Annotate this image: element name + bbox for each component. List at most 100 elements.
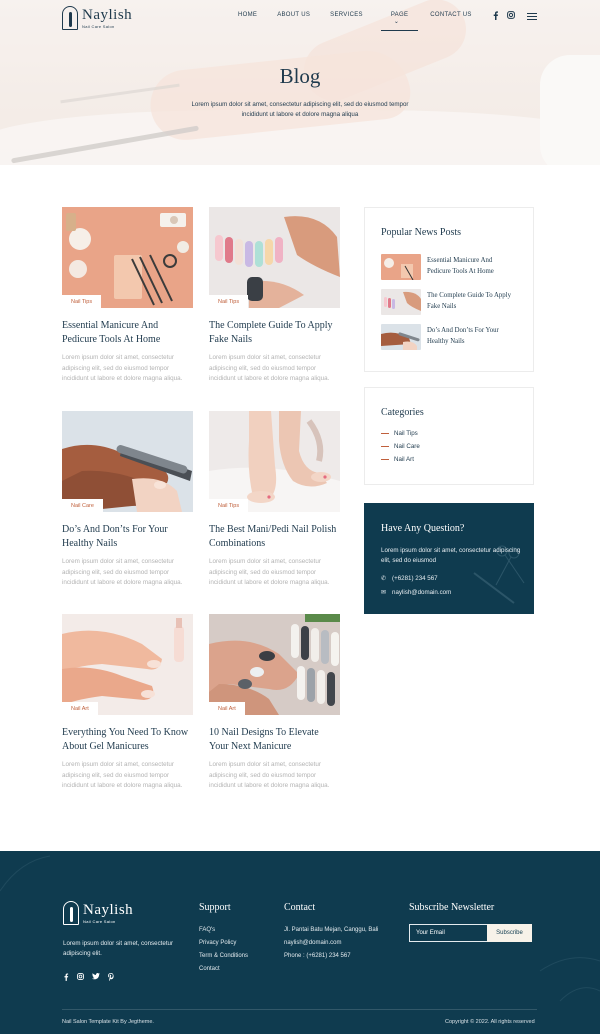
categories-widget: Categories Nail Tips Nail Care Nail Art	[364, 387, 534, 485]
header-social	[492, 11, 515, 20]
popular-post-item[interactable]: Essential Manicure And Pedicure Tools At…	[381, 254, 517, 280]
post-excerpt: Lorem ipsum dolor sit amet, consectetur …	[62, 761, 183, 789]
newsletter-form: Your Email Subscribe	[409, 924, 532, 942]
footer-link-terms[interactable]: Term & Conditions	[199, 953, 248, 959]
post-category-tag[interactable]: Nail Tips	[62, 295, 102, 308]
nav-page[interactable]: PAGE ⌄	[380, 12, 419, 31]
footer-link-privacy[interactable]: Privacy Policy	[199, 940, 248, 946]
popular-post-item[interactable]: The Complete Guide To Apply Fake Nails	[381, 289, 517, 315]
logo-icon	[62, 6, 78, 30]
post-image[interactable]: Nail Tips	[209, 411, 340, 512]
post-excerpt: Lorem ipsum dolor sit amet, consectetur …	[209, 761, 330, 789]
envelope-icon: ✉	[381, 590, 387, 596]
newsletter-email-input[interactable]: Your Email	[409, 924, 487, 942]
post-excerpt: Lorem ipsum dolor sit amet, consectetur …	[209, 354, 330, 382]
nav-home[interactable]: HOME	[238, 12, 257, 31]
popular-post-item[interactable]: Do’s And Don’ts For Your Healthy Nails	[381, 324, 517, 350]
subscribe-button[interactable]: Subscribe	[487, 924, 532, 942]
footer-brand-name: Naylish	[83, 902, 134, 918]
blog-card[interactable]: Nail Art 10 Nail Designs To Elevate Your…	[209, 614, 340, 792]
category-link-nail-art[interactable]: Nail Art	[381, 456, 517, 463]
category-label: Nail Art	[394, 456, 414, 463]
post-title[interactable]: The Complete Guide To Apply Fake Nails	[209, 319, 340, 347]
footer-support-title: Support	[199, 902, 231, 913]
post-title[interactable]: Everything You Need To Know About Gel Ma…	[62, 726, 193, 754]
post-image[interactable]: Nail Care	[62, 411, 193, 512]
site-footer: Naylish Nail Care Salon Lorem ipsum dolo…	[0, 851, 600, 1034]
instagram-icon[interactable]	[77, 973, 84, 980]
footer-contact-title: Contact	[284, 902, 316, 913]
footer-link-faq[interactable]: FAQ's	[199, 927, 248, 933]
blog-card[interactable]: Nail Art Everything You Need To Know Abo…	[62, 614, 193, 792]
popular-post-thumb[interactable]	[381, 289, 421, 315]
top-navigation: Naylish Nail Care Salon HOME ABOUT US SE…	[0, 0, 600, 36]
logo-icon	[63, 901, 79, 925]
chevron-down-icon: ⌄	[393, 19, 400, 25]
footer-contact-lines: Jl. Pantai Batu Mejan, Canggu, Bali nayl…	[284, 927, 378, 966]
nav-about[interactable]: ABOUT US	[277, 12, 310, 31]
post-category-tag[interactable]: Nail Care	[62, 499, 103, 512]
facebook-icon[interactable]	[63, 973, 69, 981]
blog-card[interactable]: Nail Tips The Complete Guide To Apply Fa…	[209, 207, 340, 385]
post-category-tag[interactable]: Nail Art	[62, 702, 98, 715]
popular-post-title[interactable]: The Complete Guide To Apply Fake Nails	[427, 290, 517, 312]
post-category-tag[interactable]: Nail Art	[209, 702, 245, 715]
post-image[interactable]: Nail Tips	[62, 207, 193, 308]
post-excerpt: Lorem ipsum dolor sit amet, consectetur …	[209, 558, 330, 586]
question-title: Have Any Question?	[381, 523, 465, 534]
twitter-icon[interactable]	[92, 973, 100, 980]
fake-nails-image	[209, 207, 340, 308]
nav-services[interactable]: SERVICES	[330, 12, 363, 31]
blog-card[interactable]: Nail Tips The Best Mani/Pedi Nail Polish…	[209, 411, 340, 589]
gel-manicure-image	[62, 614, 193, 715]
post-image[interactable]: Nail Art	[62, 614, 193, 715]
brand-tagline: Nail Care Salon	[82, 24, 115, 29]
question-phone[interactable]: ✆ (+6281) 234 567	[381, 575, 438, 582]
popular-posts-title: Popular News Posts	[381, 227, 462, 238]
footer-link-contact[interactable]: Contact	[199, 966, 248, 972]
instagram-icon[interactable]	[507, 11, 515, 19]
pinterest-icon[interactable]	[108, 973, 114, 981]
category-label: Nail Care	[394, 443, 420, 450]
post-image[interactable]: Nail Art	[209, 614, 340, 715]
post-title[interactable]: The Best Mani/Pedi Nail Polish Combinati…	[209, 523, 340, 551]
nav-contact[interactable]: CONTACT US	[430, 12, 471, 31]
pedicure-image	[209, 411, 340, 512]
post-category-tag[interactable]: Nail Tips	[209, 499, 249, 512]
post-title[interactable]: Do’s And Don’ts For Your Healthy Nails	[62, 523, 193, 551]
footer-address: Jl. Pantai Batu Mejan, Canggu, Bali	[284, 927, 379, 933]
brand-name: Naylish	[82, 7, 133, 23]
question-email-text: naylish@domain.com	[392, 589, 452, 596]
popular-posts-widget: Popular News Posts Essential Manicure An…	[364, 207, 534, 372]
post-image[interactable]: Nail Tips	[209, 207, 340, 308]
category-link-nail-care[interactable]: Nail Care	[381, 443, 517, 450]
footer-logo[interactable]: Naylish Nail Care Salon	[63, 901, 133, 925]
blog-card[interactable]: Nail Tips Essential Manicure And Pedicur…	[62, 207, 193, 385]
manicure-tools-image	[62, 207, 193, 308]
popular-post-title[interactable]: Do’s And Don’ts For Your Healthy Nails	[427, 325, 517, 347]
facebook-icon[interactable]	[492, 11, 499, 20]
footer-divider	[62, 1009, 537, 1010]
footer-email[interactable]: naylish@domain.com	[284, 940, 378, 946]
popular-post-thumb[interactable]	[381, 254, 421, 280]
footer-social	[63, 973, 114, 981]
categories-title: Categories	[381, 407, 424, 418]
footer-newsletter-title: Subscribe Newsletter	[409, 902, 495, 913]
main-menu: HOME ABOUT US SERVICES PAGE ⌄ CONTACT US	[238, 12, 472, 31]
blog-card[interactable]: Nail Care Do’s And Don’ts For Your Healt…	[62, 411, 193, 589]
post-excerpt: Lorem ipsum dolor sit amet, consectetur …	[62, 558, 183, 586]
footer-copyright: Copyright © 2022. All rights reserved	[445, 1019, 535, 1025]
post-category-tag[interactable]: Nail Tips	[209, 295, 249, 308]
post-excerpt: Lorem ipsum dolor sit amet, consectetur …	[62, 354, 183, 382]
question-email[interactable]: ✉ naylish@domain.com	[381, 589, 451, 596]
brand-logo[interactable]: Naylish Nail Care Salon	[62, 6, 132, 30]
popular-post-thumb[interactable]	[381, 324, 421, 350]
hamburger-menu-icon[interactable]	[527, 13, 537, 22]
post-title[interactable]: 10 Nail Designs To Elevate Your Next Man…	[209, 726, 340, 754]
nail-designs-image	[209, 614, 340, 715]
popular-post-title[interactable]: Essential Manicure And Pedicure Tools At…	[427, 255, 517, 277]
footer-phone[interactable]: Phone : (+6281) 234 567	[284, 953, 378, 959]
post-title[interactable]: Essential Manicure And Pedicure Tools At…	[62, 319, 193, 347]
phone-icon: ✆	[381, 576, 387, 582]
category-link-nail-tips[interactable]: Nail Tips	[381, 430, 517, 437]
